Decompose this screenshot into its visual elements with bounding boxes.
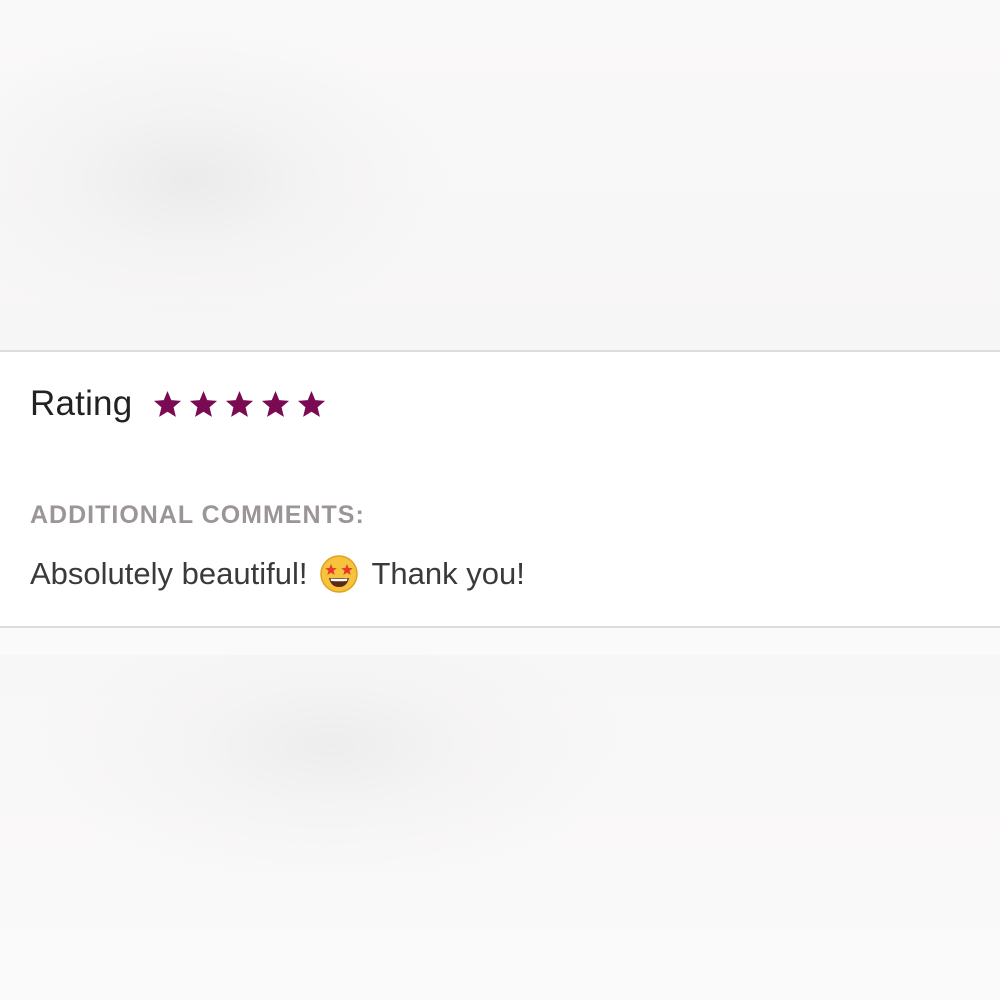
blurred-background-top [0, 0, 1000, 350]
comment-text-part2: Thank you! [371, 556, 525, 591]
star-icon [226, 390, 254, 417]
star-icon [262, 390, 290, 417]
comments-heading: ADDITIONAL COMMENTS: [30, 501, 365, 529]
star-icon [298, 390, 326, 417]
star-struck-emoji-icon [320, 555, 359, 593]
star-icon [190, 390, 218, 417]
rating-label: Rating [30, 384, 133, 423]
comment-text: Absolutely beautiful! Thank you! [30, 554, 525, 594]
star-icon [154, 390, 182, 417]
rating-row: Rating [30, 382, 327, 426]
review-card: Rating ADDITIONAL COMMENTS: Absolutely b… [0, 350, 1000, 628]
blurred-background-bottom [0, 655, 1000, 1000]
comment-text-part1: Absolutely beautiful! [30, 556, 308, 591]
star-rating [152, 389, 327, 420]
